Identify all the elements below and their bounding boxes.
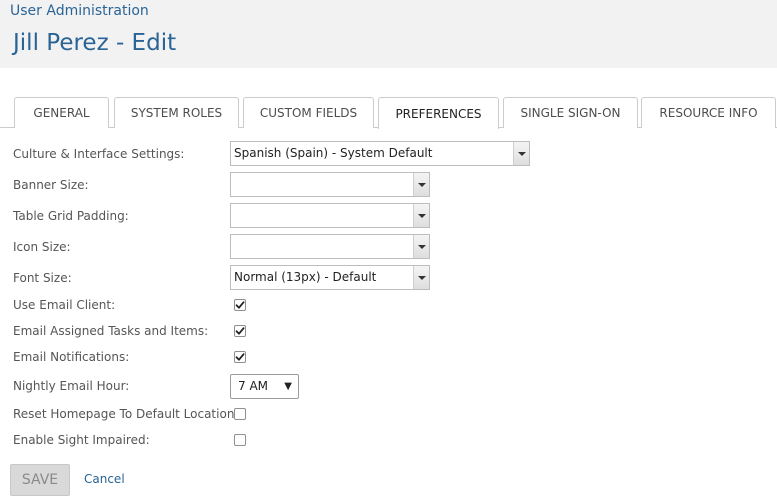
nightly-email-hour-select[interactable]: 7 AM ▼ (230, 374, 299, 399)
banner-size-label: Banner Size: (13, 178, 89, 192)
enable-sight-impaired-checkbox[interactable] (234, 434, 246, 446)
breadcrumb[interactable]: User Administration (10, 3, 149, 19)
reset-homepage-label: Reset Homepage To Default Location: (13, 407, 239, 421)
icon-size-label: Icon Size: (13, 240, 71, 254)
tab-general[interactable]: GENERAL (14, 97, 109, 128)
page-title: Jill Perez - Edit (13, 30, 177, 56)
checkmark-icon (235, 327, 245, 335)
email-assigned-tasks-checkbox[interactable] (234, 325, 246, 337)
nightly-email-hour-label: Nightly Email Hour: (13, 379, 130, 393)
email-assigned-tasks-label: Email Assigned Tasks and Items: (13, 324, 209, 338)
table-grid-padding-label: Table Grid Padding: (13, 209, 129, 223)
email-notifications-checkbox[interactable] (234, 351, 246, 363)
font-size-label: Font Size: (13, 271, 72, 285)
nightly-email-hour-value: 7 AM (238, 379, 269, 393)
font-size-value: Normal (13px) - Default (234, 270, 377, 284)
tab-resource-info[interactable]: RESOURCE INFO (641, 97, 776, 128)
enable-sight-impaired-label: Enable Sight Impaired: (13, 433, 150, 447)
caret-down-icon: ▼ (284, 381, 292, 392)
culture-select-value: Spanish (Spain) - System Default (234, 146, 433, 160)
chevron-down-icon (413, 266, 429, 289)
email-notifications-label: Email Notifications: (13, 350, 130, 364)
tab-single-sign-on[interactable]: SINGLE SIGN-ON (503, 97, 638, 128)
tab-system-roles[interactable]: SYSTEM ROLES (114, 97, 239, 128)
use-email-client-checkbox[interactable] (234, 299, 246, 311)
culture-label: Culture & Interface Settings: (13, 147, 185, 161)
save-button[interactable]: SAVE (10, 464, 70, 496)
icon-size-select[interactable] (230, 234, 430, 259)
chevron-down-icon (413, 235, 429, 258)
font-size-select[interactable]: Normal (13px) - Default (230, 265, 430, 290)
reset-homepage-checkbox[interactable] (234, 408, 246, 420)
chevron-down-icon (413, 204, 429, 227)
checkmark-icon (235, 353, 245, 361)
checkmark-icon (235, 301, 245, 309)
tab-custom-fields[interactable]: CUSTOM FIELDS (243, 97, 374, 128)
chevron-down-icon (413, 173, 429, 196)
culture-select[interactable]: Spanish (Spain) - System Default (230, 141, 530, 166)
use-email-client-label: Use Email Client: (13, 298, 116, 312)
banner-size-select[interactable] (230, 172, 430, 197)
table-grid-padding-select[interactable] (230, 203, 430, 228)
chevron-down-icon (513, 142, 529, 165)
page-header: User Administration Jill Perez - Edit (0, 0, 777, 68)
cancel-link[interactable]: Cancel (84, 472, 125, 486)
tab-preferences[interactable]: PREFERENCES (378, 97, 499, 129)
